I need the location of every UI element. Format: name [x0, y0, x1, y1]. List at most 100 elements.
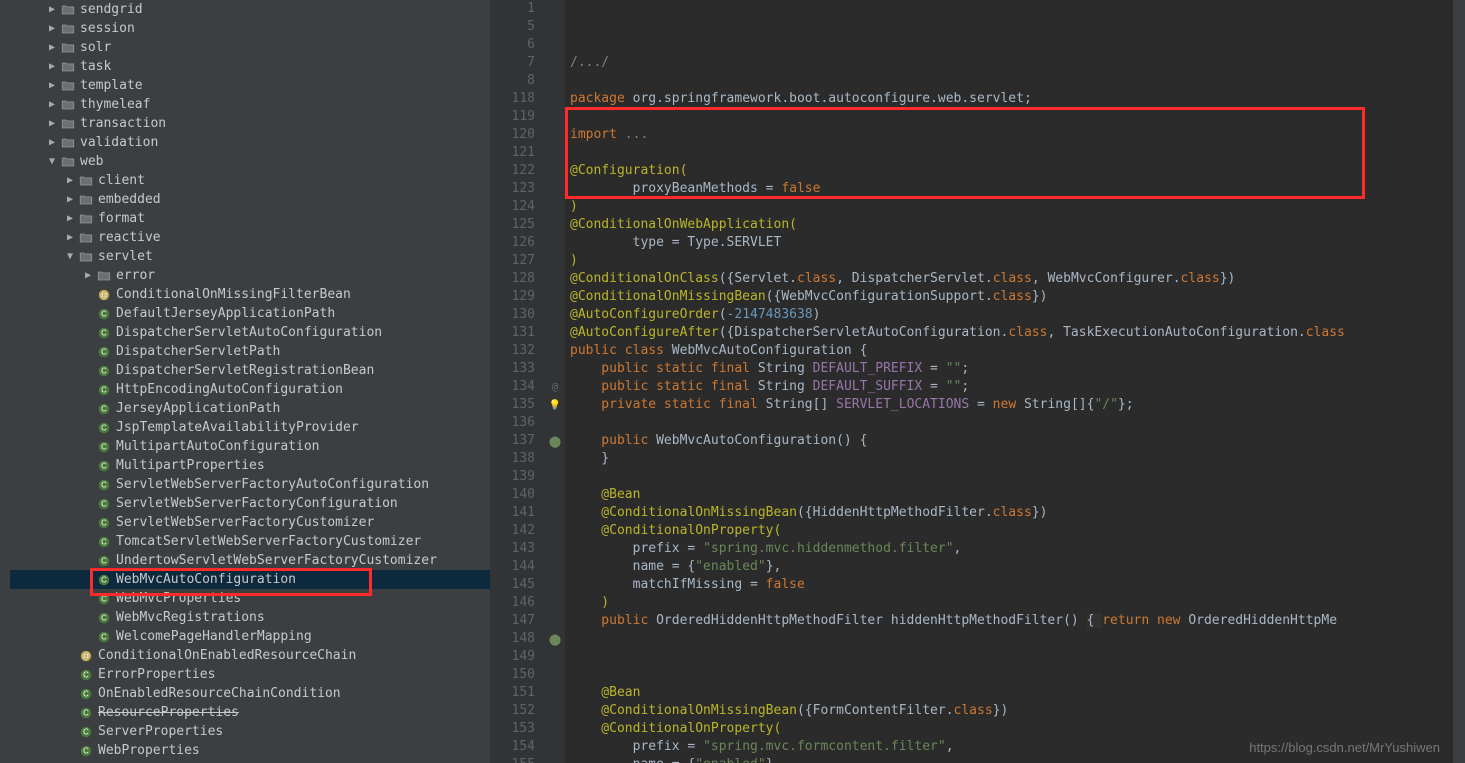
tree-node-httpencodingautoconfiguration[interactable]: CHttpEncodingAutoConfiguration: [10, 380, 490, 399]
tree-node-sendgrid[interactable]: ▶sendgrid: [10, 0, 490, 19]
class-icon: C: [96, 515, 112, 531]
code-content[interactable]: /.../ package org.springframework.boot.a…: [565, 0, 1453, 763]
folder-icon: [78, 173, 94, 189]
svg-text:C: C: [101, 442, 107, 451]
svg-text:C: C: [101, 499, 107, 508]
svg-text:C: C: [101, 537, 107, 546]
tree-node-dispatcherservletautoconfiguration[interactable]: CDispatcherServletAutoConfiguration: [10, 323, 490, 342]
svg-text:C: C: [83, 727, 89, 736]
expand-icon[interactable]: ▶: [46, 99, 58, 110]
tree-node-reactive[interactable]: ▶ reactive: [10, 228, 490, 247]
tree-node-embedded[interactable]: ▶ embedded: [10, 190, 490, 209]
class-icon: C: [96, 572, 112, 588]
tree-node-multipartautoconfiguration[interactable]: C MultipartAutoConfiguration: [10, 437, 490, 456]
tree-node-session[interactable]: ▶session: [10, 19, 490, 38]
project-tree[interactable]: ▶sendgrid▶session▶solr▶task▶template▶thy…: [0, 0, 490, 763]
svg-text:C: C: [83, 708, 89, 717]
tree-label: MultipartAutoConfiguration: [116, 439, 320, 454]
tree-label: ErrorProperties: [98, 667, 215, 682]
expand-icon[interactable]: ▶: [82, 270, 94, 281]
expand-icon[interactable]: ▶: [46, 118, 58, 129]
tree-label: DispatcherServletRegistrationBean: [116, 363, 374, 378]
tree-node-dispatcherservletpath[interactable]: CDispatcherServletPath: [10, 342, 490, 361]
tree-node-undertowservletwebserverfactorycustomizer[interactable]: CUndertowServletWebServerFactoryCustomiz…: [10, 551, 490, 570]
tree-label: client: [98, 173, 145, 188]
folder-icon: [78, 230, 94, 246]
expand-icon[interactable]: ▶: [46, 137, 58, 148]
tree-label: thymeleaf: [80, 97, 150, 112]
tree-node-webmvcregistrations[interactable]: CWebMvcRegistrations: [10, 608, 490, 627]
expand-icon[interactable]: ▶: [64, 194, 76, 205]
code-editor[interactable]: 1567811811912012112212312412512612712812…: [490, 0, 1465, 763]
expand-icon[interactable]: ▼: [64, 251, 76, 262]
tree-node-servletwebserverfactorycustomizer[interactable]: CServletWebServerFactoryCustomizer: [10, 513, 490, 532]
tree-node-jerseyapplicationpath[interactable]: CJerseyApplicationPath: [10, 399, 490, 418]
class-icon: C: [96, 458, 112, 474]
class-icon: C: [96, 534, 112, 550]
tree-node-errorproperties[interactable]: C ErrorProperties: [10, 665, 490, 684]
tree-node-jsptemplateavailabilityprovider[interactable]: C JspTemplateAvailabilityProvider: [10, 418, 490, 437]
svg-text:C: C: [101, 309, 107, 318]
expand-icon[interactable]: ▶: [46, 61, 58, 72]
tree-label: ServletWebServerFactoryConfiguration: [116, 496, 398, 511]
tree-node-validation[interactable]: ▶ validation: [10, 133, 490, 152]
tree-node-conditionalonmissingfilterbean[interactable]: @ConditionalOnMissingFilterBean: [10, 285, 490, 304]
line-gutter: 1567811811912012112212312412512612712812…: [490, 0, 545, 763]
class-icon: C: [96, 629, 112, 645]
expand-icon[interactable]: ▶: [64, 213, 76, 224]
tree-node-template[interactable]: ▶template: [10, 76, 490, 95]
tree-node-welcomepagehandlermapping[interactable]: C WelcomePageHandlerMapping: [10, 627, 490, 646]
tree-node-webproperties[interactable]: C WebProperties: [10, 741, 490, 760]
svg-text:C: C: [83, 746, 89, 755]
expand-icon[interactable]: ▶: [46, 23, 58, 34]
expand-icon[interactable]: ▶: [46, 4, 58, 15]
svg-text:C: C: [83, 689, 89, 698]
tree-node-format[interactable]: ▶format: [10, 209, 490, 228]
folder-icon: [60, 116, 76, 132]
tree-node-tomcatservletwebserverfactorycustomizer[interactable]: CTomcatServletWebServerFactoryCustomizer: [10, 532, 490, 551]
tree-label: WelcomePageHandlerMapping: [116, 629, 312, 644]
tree-label: servlet: [98, 249, 153, 264]
scroll-map[interactable]: [1453, 0, 1465, 763]
class-icon: C: [96, 401, 112, 417]
tree-label: embedded: [98, 192, 161, 207]
annotation-icon: @: [78, 648, 94, 664]
class-icon: C: [78, 686, 94, 702]
tree-node-webmvcautoconfiguration[interactable]: CWebMvcAutoConfiguration: [10, 570, 490, 589]
tree-label: validation: [80, 135, 158, 150]
tree-node-serverproperties[interactable]: CServerProperties: [10, 722, 490, 741]
tree-node-solr[interactable]: ▶solr: [10, 38, 490, 57]
tree-node-defaultjerseyapplicationpath[interactable]: CDefaultJerseyApplicationPath: [10, 304, 490, 323]
expand-icon[interactable]: ▶: [46, 80, 58, 91]
tree-node-multipartproperties[interactable]: CMultipartProperties: [10, 456, 490, 475]
tree-node-thymeleaf[interactable]: ▶ thymeleaf: [10, 95, 490, 114]
tree-node-error[interactable]: ▶error: [10, 266, 490, 285]
tree-node-servlet[interactable]: ▼ servlet: [10, 247, 490, 266]
tree-node-client[interactable]: ▶ client: [10, 171, 490, 190]
tree-node-resourceproperties[interactable]: CResourceProperties: [10, 703, 490, 722]
expand-icon[interactable]: ▶: [46, 42, 58, 53]
tree-node-task[interactable]: ▶ task: [10, 57, 490, 76]
tree-node-onenabledresourcechaincondition[interactable]: C OnEnabledResourceChainCondition: [10, 684, 490, 703]
tree-label: web: [80, 154, 103, 169]
class-icon: C: [96, 439, 112, 455]
tree-node-webmvcproperties[interactable]: CWebMvcProperties: [10, 589, 490, 608]
expand-icon[interactable]: ▶: [64, 175, 76, 186]
tree-label: OnEnabledResourceChainCondition: [98, 686, 341, 701]
tree-node-servletwebserverfactoryconfiguration[interactable]: C ServletWebServerFactoryConfiguration: [10, 494, 490, 513]
tree-label: JspTemplateAvailabilityProvider: [116, 420, 359, 435]
tree-label: reactive: [98, 230, 161, 245]
class-icon: C: [96, 325, 112, 341]
tree-label: WebProperties: [98, 743, 200, 758]
tree-node-dispatcherservletregistrationbean[interactable]: CDispatcherServletRegistrationBean: [10, 361, 490, 380]
expand-icon[interactable]: ▶: [64, 232, 76, 243]
tree-label: task: [80, 59, 111, 74]
tree-node-web[interactable]: ▼ web: [10, 152, 490, 171]
expand-icon[interactable]: ▼: [46, 156, 58, 167]
class-icon: C: [78, 667, 94, 683]
tree-node-conditionalonenabledresourcechain[interactable]: @ConditionalOnEnabledResourceChain: [10, 646, 490, 665]
class-icon: C: [96, 420, 112, 436]
tree-label: WebMvcRegistrations: [116, 610, 265, 625]
tree-node-servletwebserverfactoryautoconfiguration[interactable]: CServletWebServerFactoryAutoConfiguratio…: [10, 475, 490, 494]
tree-node-transaction[interactable]: ▶transaction: [10, 114, 490, 133]
